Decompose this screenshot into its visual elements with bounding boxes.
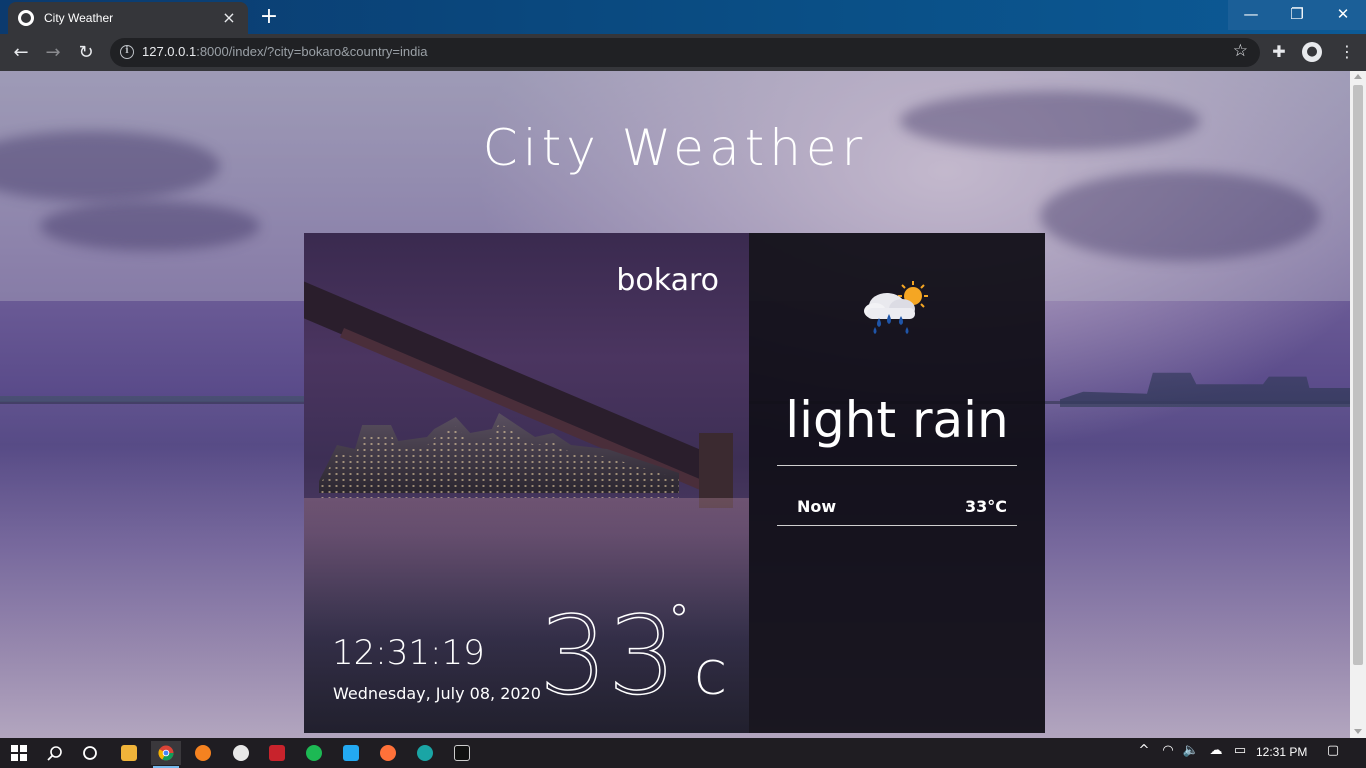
browser-tab-strip: City Weather × + — ❐ ✕ [0,0,1366,34]
current-date: Wednesday, July 08, 2020 [333,684,541,703]
wifi-icon[interactable]: ◠ [1158,743,1178,758]
url-path: :8000/index/?city=bokaro&country=india [196,44,428,59]
background-cloud [1040,171,1320,261]
divider [777,465,1017,466]
edge-icon[interactable] [410,741,440,765]
scroll-up-arrow-icon[interactable] [1354,74,1362,79]
menu-kebab-icon[interactable]: ⋮ [1336,41,1358,63]
close-window-button[interactable]: ✕ [1320,0,1366,30]
condition-panel: light rain Now 33°C [749,233,1045,733]
show-hidden-icons-chevron-icon[interactable]: ^ [1134,743,1154,758]
battery-icon[interactable]: ▭ [1230,743,1250,758]
search-icon[interactable] [40,741,70,765]
new-tab-button[interactable]: + [256,5,282,31]
city-panel: bokaro 12:31:19 Wednesday, July 08, 2020… [304,233,749,733]
globe-icon [18,10,34,26]
task-view-icon[interactable] [75,741,105,765]
current-time: 12:31:19 [332,633,485,673]
extensions-puzzle-icon[interactable]: ✚ [1268,41,1290,63]
windows-taskbar: ^ ◠ 🔈 ☁ ▭ 12:31 PM ▢ [0,738,1366,768]
scroll-down-arrow-icon[interactable] [1354,729,1362,734]
city-name: bokaro [616,263,719,298]
vscode-icon[interactable] [336,741,366,765]
temperature-value: 33 [538,594,677,719]
info-icon[interactable]: i [120,45,134,59]
forecast-row-label: Now [797,497,837,516]
firefox-icon[interactable] [373,741,403,765]
taskbar-clock[interactable]: 12:31 PM [1256,745,1307,759]
page-scrollbar[interactable] [1350,71,1366,738]
background-pier [0,396,310,402]
url-host: 127.0.0.1 [142,44,197,59]
page-title: City Weather [482,119,868,177]
temperature-unit: C [694,651,727,705]
app-weather-icon[interactable] [226,741,256,765]
file-explorer-icon[interactable] [114,741,144,765]
maximize-button[interactable]: ❐ [1274,0,1320,30]
onedrive-icon[interactable]: ☁ [1206,743,1226,758]
scroll-thumb[interactable] [1353,85,1363,665]
back-arrow-icon[interactable]: ← [8,40,34,66]
background-skyline [1060,372,1350,407]
terminal-icon[interactable] [447,741,477,765]
browser-tab[interactable]: City Weather × [8,2,248,34]
address-bar[interactable]: i 127.0.0.1:8000/index/?city=bokaro&coun… [110,38,1260,67]
reload-icon[interactable]: ↻ [73,40,99,66]
forward-arrow-icon[interactable]: → [40,40,66,66]
tab-title: City Weather [44,11,114,25]
chrome-icon[interactable] [151,741,181,768]
bridge-tower [699,433,733,508]
weather-condition: light rain [785,391,1009,449]
url-text[interactable]: 127.0.0.1:8000/index/?city=bokaro&countr… [142,44,427,59]
bookmark-star-icon[interactable]: ☆ [1233,41,1248,61]
background-cloud [40,201,260,251]
page-viewport: City Weather bokaro 12:31:19 Wednesday, … [0,71,1350,738]
degree-symbol: ° [668,595,690,646]
app-orange-icon[interactable] [188,741,218,765]
profile-avatar-icon[interactable]: ● [1302,42,1322,62]
app-download-icon[interactable] [262,741,292,765]
minimize-button[interactable]: — [1228,0,1274,30]
divider [777,525,1017,526]
forecast-row-value: 33°C [964,497,1007,516]
weather-card: bokaro 12:31:19 Wednesday, July 08, 2020… [304,233,1045,733]
tab-close-icon[interactable]: × [220,9,238,27]
browser-toolbar: ← → ↻ i 127.0.0.1:8000/index/?city=bokar… [0,34,1366,71]
rain-cloud-sun-icon [864,281,928,334]
volume-icon[interactable]: 🔈 [1181,743,1201,758]
spotify-icon[interactable] [299,741,329,765]
start-windows-icon[interactable] [4,741,34,765]
action-center-icon[interactable]: ▢ [1323,743,1343,758]
